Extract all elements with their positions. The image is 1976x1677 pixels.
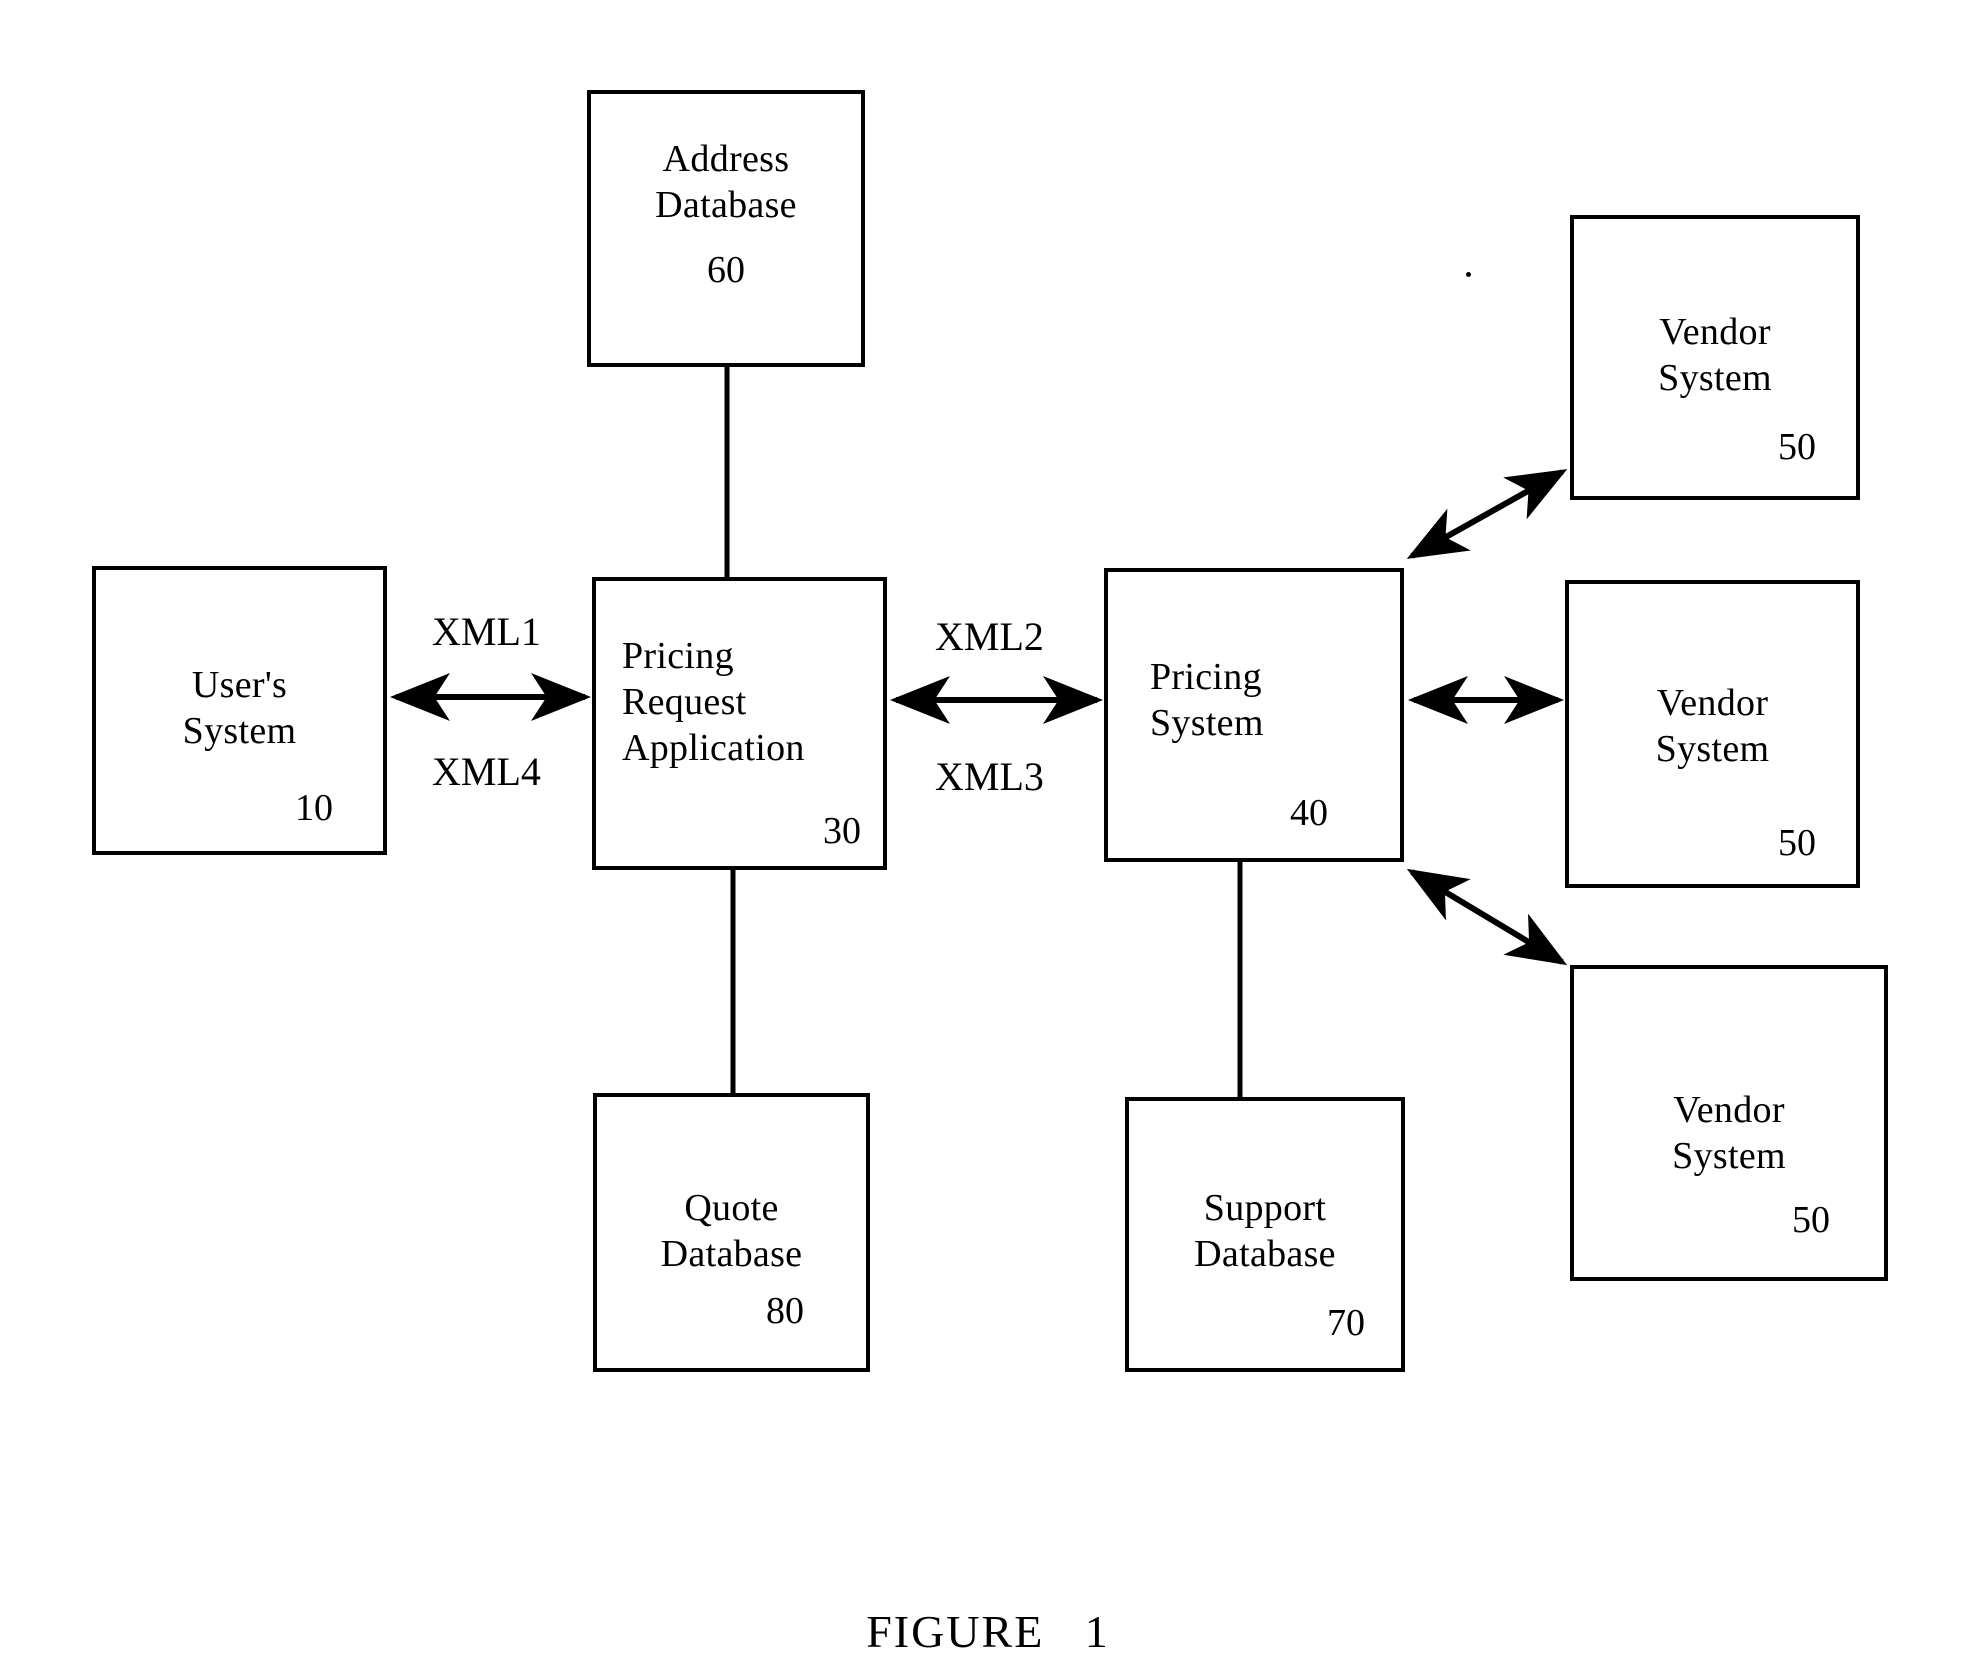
node-pricing-request-application: Pricing Request Application 30 <box>592 577 887 870</box>
node-users-system-title: User's System <box>182 664 297 752</box>
edge-label-xml3: XML3 <box>935 754 1044 799</box>
node-pricing-request-application-title: Pricing Request Application <box>622 635 805 769</box>
node-address-database-title: Address Database <box>655 138 797 226</box>
edge-label-xml2: XML2 <box>935 614 1044 659</box>
connector-pricing-system-vendor-system-top <box>1406 469 1568 559</box>
node-vendor-system-top: Vendor System 50 <box>1570 215 1860 500</box>
node-quote-database: Quote Database 80 <box>593 1093 870 1372</box>
edge-label-xml4: XML4 <box>432 749 541 794</box>
figure-caption: FIGURE 1 <box>866 1606 1110 1657</box>
node-address-database: Address Database 60 <box>587 90 865 367</box>
node-pricing-system-ref: 40 <box>1290 792 1328 834</box>
node-vendor-system-top-ref: 50 <box>1778 426 1816 468</box>
node-support-database-ref: 70 <box>1327 1302 1365 1344</box>
scan-speck <box>1466 272 1471 277</box>
node-vendor-system-bottom-title: Vendor System <box>1672 1089 1786 1177</box>
node-support-database-title: Support Database <box>1194 1187 1336 1275</box>
node-users-system: User's System 10 <box>92 566 387 855</box>
node-vendor-system-bottom: Vendor System 50 <box>1570 965 1888 1281</box>
connector-pricing-system-vendor-system-bottom <box>1406 868 1568 966</box>
node-quote-database-title: Quote Database <box>660 1187 803 1275</box>
node-vendor-system-top-title: Vendor System <box>1658 311 1772 399</box>
node-vendor-system-bottom-ref: 50 <box>1792 1199 1830 1241</box>
node-quote-database-ref: 80 <box>766 1290 804 1332</box>
node-users-system-ref: 10 <box>295 787 333 829</box>
node-vendor-system-middle-ref: 50 <box>1778 822 1816 864</box>
node-vendor-system-middle: Vendor System 50 <box>1565 580 1860 888</box>
node-address-database-ref: 60 <box>707 249 745 291</box>
node-support-database: Support Database 70 <box>1125 1097 1405 1372</box>
edge-label-xml1: XML1 <box>432 609 541 654</box>
node-vendor-system-middle-title: Vendor System <box>1655 682 1770 770</box>
patent-figure-page: Address Database 60 User's System 10 Pri… <box>0 0 1976 1677</box>
node-pricing-request-application-ref: 30 <box>823 810 861 852</box>
node-pricing-system-title: Pricing System <box>1150 656 1264 744</box>
node-pricing-system: Pricing System 40 <box>1104 568 1404 862</box>
